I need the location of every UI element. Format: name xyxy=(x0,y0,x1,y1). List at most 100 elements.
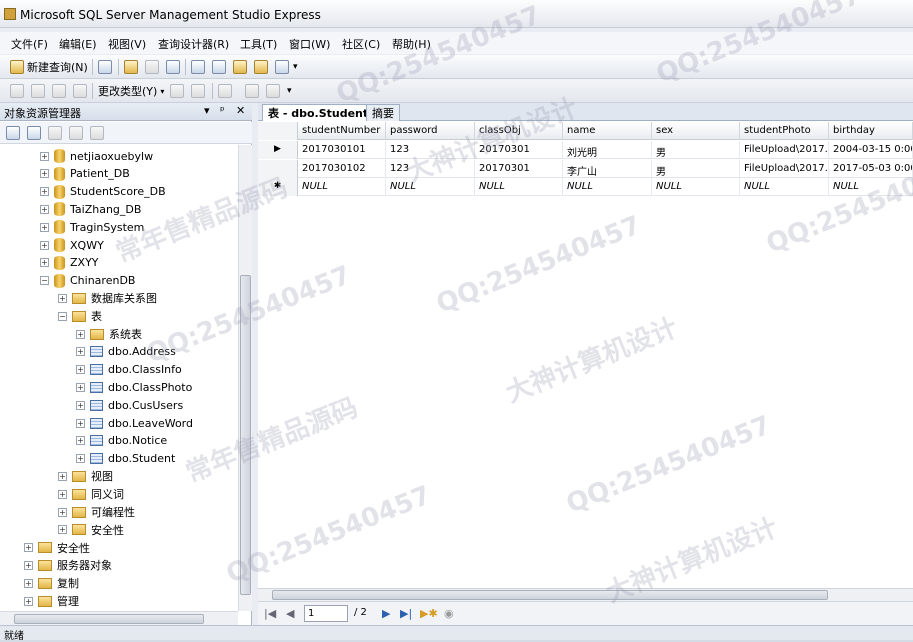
table-cell[interactable]: 20170301 xyxy=(475,141,563,159)
column-header[interactable]: classObj xyxy=(475,122,563,140)
menu-file[interactable]: 文件(F) xyxy=(11,36,48,52)
scroll-thumb[interactable] xyxy=(14,614,204,624)
expand-icon[interactable]: + xyxy=(24,543,33,553)
tree-node[interactable]: + Patient_DB xyxy=(40,165,130,183)
tree-node[interactable]: + 安全性 xyxy=(58,521,124,539)
filter-button[interactable] xyxy=(90,125,104,141)
pane-menu-chevron-icon[interactable]: ▾ xyxy=(204,104,210,117)
add-derived-table-button[interactable] xyxy=(266,83,280,99)
table-cell[interactable]: 男 xyxy=(652,159,740,178)
tree-node[interactable]: + 复制 xyxy=(24,574,79,592)
tree-node[interactable]: + XQWY xyxy=(40,236,104,254)
expand-icon[interactable]: + xyxy=(76,418,85,428)
scroll-thumb[interactable] xyxy=(272,590,828,600)
tree-node[interactable]: + dbo.ClassInfo xyxy=(76,361,182,379)
column-header[interactable]: studentPhoto xyxy=(740,122,829,140)
expand-icon[interactable]: + xyxy=(58,507,67,517)
table-cell[interactable]: NULL xyxy=(563,178,652,196)
table-cell[interactable]: NULL xyxy=(475,178,563,196)
table-cell[interactable]: FileUpload\2017... xyxy=(740,159,829,178)
expand-icon[interactable]: + xyxy=(76,400,85,410)
open-button[interactable] xyxy=(124,59,138,75)
registered-servers-button[interactable] xyxy=(191,59,205,75)
expand-icon[interactable]: + xyxy=(40,187,49,197)
collapse-icon[interactable]: − xyxy=(40,276,49,286)
table-cell[interactable]: NULL xyxy=(298,178,386,196)
table-cell[interactable]: NULL xyxy=(829,178,913,196)
expand-icon[interactable]: + xyxy=(40,240,49,250)
table-cell[interactable]: 123 xyxy=(386,159,475,178)
tree-node[interactable]: + 系统表 xyxy=(76,325,142,343)
expand-icon[interactable]: + xyxy=(24,596,33,606)
toolbar-overflow-button[interactable]: ▾ xyxy=(293,59,298,75)
pin-icon[interactable]: ᵖ xyxy=(220,104,225,117)
grid-horizontal-scrollbar[interactable] xyxy=(258,588,913,601)
tree-node[interactable]: + dbo.Student xyxy=(76,450,175,468)
properties-button[interactable] xyxy=(254,59,268,75)
expand-icon[interactable]: + xyxy=(76,347,85,357)
tree-node[interactable]: + dbo.Address xyxy=(76,343,176,361)
menu-community[interactable]: 社区(C) xyxy=(342,36,380,52)
object-explorer-button[interactable] xyxy=(212,59,226,75)
tree-node[interactable]: + 管理 xyxy=(24,592,79,610)
expand-icon[interactable]: + xyxy=(40,222,49,232)
save-button[interactable] xyxy=(145,59,159,75)
tree-node[interactable]: + netjiaoxuebylw xyxy=(40,147,153,165)
expand-icon[interactable]: + xyxy=(58,525,67,535)
show-sql-button[interactable] xyxy=(52,83,66,99)
row-selector[interactable]: ▶ xyxy=(258,141,298,159)
save-all-button[interactable] xyxy=(166,59,180,75)
scroll-thumb[interactable] xyxy=(240,275,251,595)
table-cell[interactable]: 2017030102 xyxy=(298,159,386,178)
last-record-icon[interactable]: ▶| xyxy=(400,607,412,620)
tree-node[interactable]: + 视图 xyxy=(58,467,113,485)
menu-query-designer[interactable]: 查询设计器(R) xyxy=(158,36,229,52)
expand-icon[interactable]: + xyxy=(76,329,85,339)
tree-node[interactable]: + dbo.Notice xyxy=(76,432,167,450)
menu-help[interactable]: 帮助(H) xyxy=(392,36,431,52)
refresh-button[interactable] xyxy=(69,125,83,141)
next-record-icon[interactable]: ▶ xyxy=(382,607,390,620)
tree-node[interactable]: + 同义词 xyxy=(58,485,124,503)
expand-icon[interactable]: + xyxy=(24,560,33,570)
expand-icon[interactable]: + xyxy=(24,578,33,588)
previous-record-icon[interactable]: ◀ xyxy=(286,607,294,620)
expand-icon[interactable]: + xyxy=(40,258,49,268)
tree-node[interactable]: + 数据库关系图 xyxy=(58,289,157,307)
tree-node[interactable]: − ChinarenDB xyxy=(40,272,135,290)
table-cell[interactable]: 2017-05-03 0:00... xyxy=(829,159,913,178)
tree-node[interactable]: + ZXYY xyxy=(40,254,99,272)
new-file-button[interactable] xyxy=(98,59,112,75)
tree-node[interactable]: + 可编程性 xyxy=(58,503,135,521)
connect-button[interactable] xyxy=(6,125,20,141)
table-cell[interactable]: 男 xyxy=(652,141,740,159)
table-cell[interactable]: 123 xyxy=(386,141,475,159)
collapse-icon[interactable]: − xyxy=(58,311,67,321)
tree-node[interactable]: + TaiZhang_DB xyxy=(40,200,141,218)
toolbox-button[interactable] xyxy=(275,59,289,75)
tab-dbo-student[interactable]: 表 - dbo.Student xyxy=(262,104,375,121)
table-cell[interactable]: NULL xyxy=(740,178,829,196)
table-row[interactable]: 2017030102 123 20170301 李广山男 FileUpload\2017… xyxy=(258,159,913,178)
row-selector[interactable]: ✱ xyxy=(258,178,298,196)
show-diagram-button[interactable] xyxy=(10,83,24,99)
group-by-button[interactable] xyxy=(218,83,232,99)
table-cell[interactable]: 2017030101 xyxy=(298,141,386,159)
column-header[interactable]: sex xyxy=(652,122,740,140)
table-row[interactable]: ▶ 2017030101 123 20170301 刘光明男 FileUpload\201… xyxy=(258,141,913,159)
stop-button[interactable] xyxy=(48,125,62,141)
column-header[interactable]: name xyxy=(563,122,652,140)
tree-node[interactable]: + TraginSystem xyxy=(40,218,144,236)
column-header[interactable]: birthday xyxy=(829,122,913,140)
table-cell[interactable]: 2004-03-15 0:00... xyxy=(829,141,913,159)
expand-icon[interactable]: + xyxy=(58,293,67,303)
template-button[interactable] xyxy=(233,59,247,75)
new-query-button[interactable]: 新建查询(N) xyxy=(10,59,88,75)
new-record-icon[interactable]: ▶✱ xyxy=(420,607,438,620)
row-selector[interactable] xyxy=(258,159,298,178)
tab-summary[interactable]: 摘要 xyxy=(366,104,400,121)
table-cell[interactable]: 李广山 xyxy=(563,159,652,178)
table-cell[interactable]: 20170301 xyxy=(475,159,563,178)
table-cell[interactable]: NULL xyxy=(386,178,475,196)
column-header[interactable]: password xyxy=(386,122,475,140)
